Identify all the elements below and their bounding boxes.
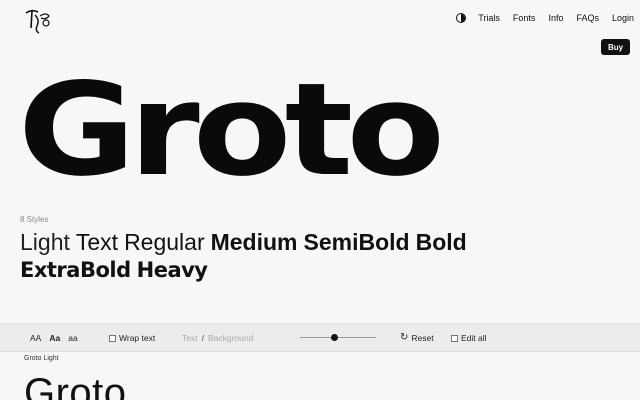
text-color-picker[interactable]: Text bbox=[182, 333, 198, 343]
reset-icon: ↻ bbox=[400, 332, 409, 343]
contrast-icon[interactable] bbox=[456, 13, 467, 23]
top-nav: Trials Fonts Info FAQs Login bbox=[456, 13, 634, 23]
specimen-text[interactable]: Groto bbox=[24, 373, 127, 400]
size-slider[interactable] bbox=[300, 334, 376, 341]
style-regular[interactable]: Regular bbox=[124, 229, 205, 255]
style-light[interactable]: Light bbox=[20, 229, 70, 255]
nav-fonts[interactable]: Fonts bbox=[513, 13, 536, 23]
specimen-style-label: Groto Light bbox=[24, 355, 59, 362]
styles-list: Light Text Regular Medium SemiBold Bold Extra… bbox=[20, 229, 620, 284]
color-separator: / bbox=[201, 333, 204, 343]
edit-all-label: Edit all bbox=[461, 333, 487, 343]
edit-all-checkbox[interactable] bbox=[451, 334, 458, 342]
case-lower[interactable]: aa bbox=[68, 333, 77, 343]
nav-info[interactable]: Info bbox=[548, 13, 563, 23]
hero-title: Groto bbox=[18, 56, 445, 205]
nav-faqs[interactable]: FAQs bbox=[576, 13, 599, 23]
styles-count: 8 Styles bbox=[20, 215, 49, 224]
wrap-text-checkbox[interactable] bbox=[109, 334, 116, 342]
wrap-text-toggle[interactable]: Wrap text bbox=[109, 333, 155, 343]
tester-toolbar: AA Aa aa Wrap text Text / Background ↻ Res… bbox=[0, 323, 640, 351]
reset-button[interactable]: ↻ Reset bbox=[400, 332, 434, 344]
nav-trials[interactable]: Trials bbox=[478, 13, 500, 23]
wrap-text-label: Wrap text bbox=[119, 333, 156, 343]
style-heavy[interactable]: Heavy bbox=[137, 258, 208, 282]
style-text[interactable]: Text bbox=[76, 229, 118, 255]
type-logo-icon bbox=[25, 9, 50, 34]
buy-button[interactable]: Buy bbox=[601, 39, 630, 55]
style-medium[interactable]: Medium bbox=[211, 229, 298, 255]
style-semibold[interactable]: SemiBold bbox=[304, 229, 410, 255]
background-color-picker[interactable]: Background bbox=[208, 333, 253, 343]
type-logo[interactable] bbox=[22, 6, 54, 36]
color-pickers: Text / Background bbox=[182, 333, 253, 343]
style-bold[interactable]: Bold bbox=[416, 229, 467, 255]
style-extrabold[interactable]: ExtraBold bbox=[20, 258, 131, 282]
case-upper[interactable]: AA bbox=[30, 333, 41, 343]
case-title[interactable]: Aa bbox=[49, 333, 60, 343]
reset-label: Reset bbox=[411, 333, 434, 343]
edit-all-toggle[interactable]: Edit all bbox=[451, 333, 487, 343]
nav-login[interactable]: Login bbox=[612, 13, 634, 23]
case-switcher: AA Aa aa bbox=[30, 333, 78, 343]
section-divider bbox=[0, 351, 640, 352]
size-slider-knob[interactable] bbox=[330, 334, 338, 341]
